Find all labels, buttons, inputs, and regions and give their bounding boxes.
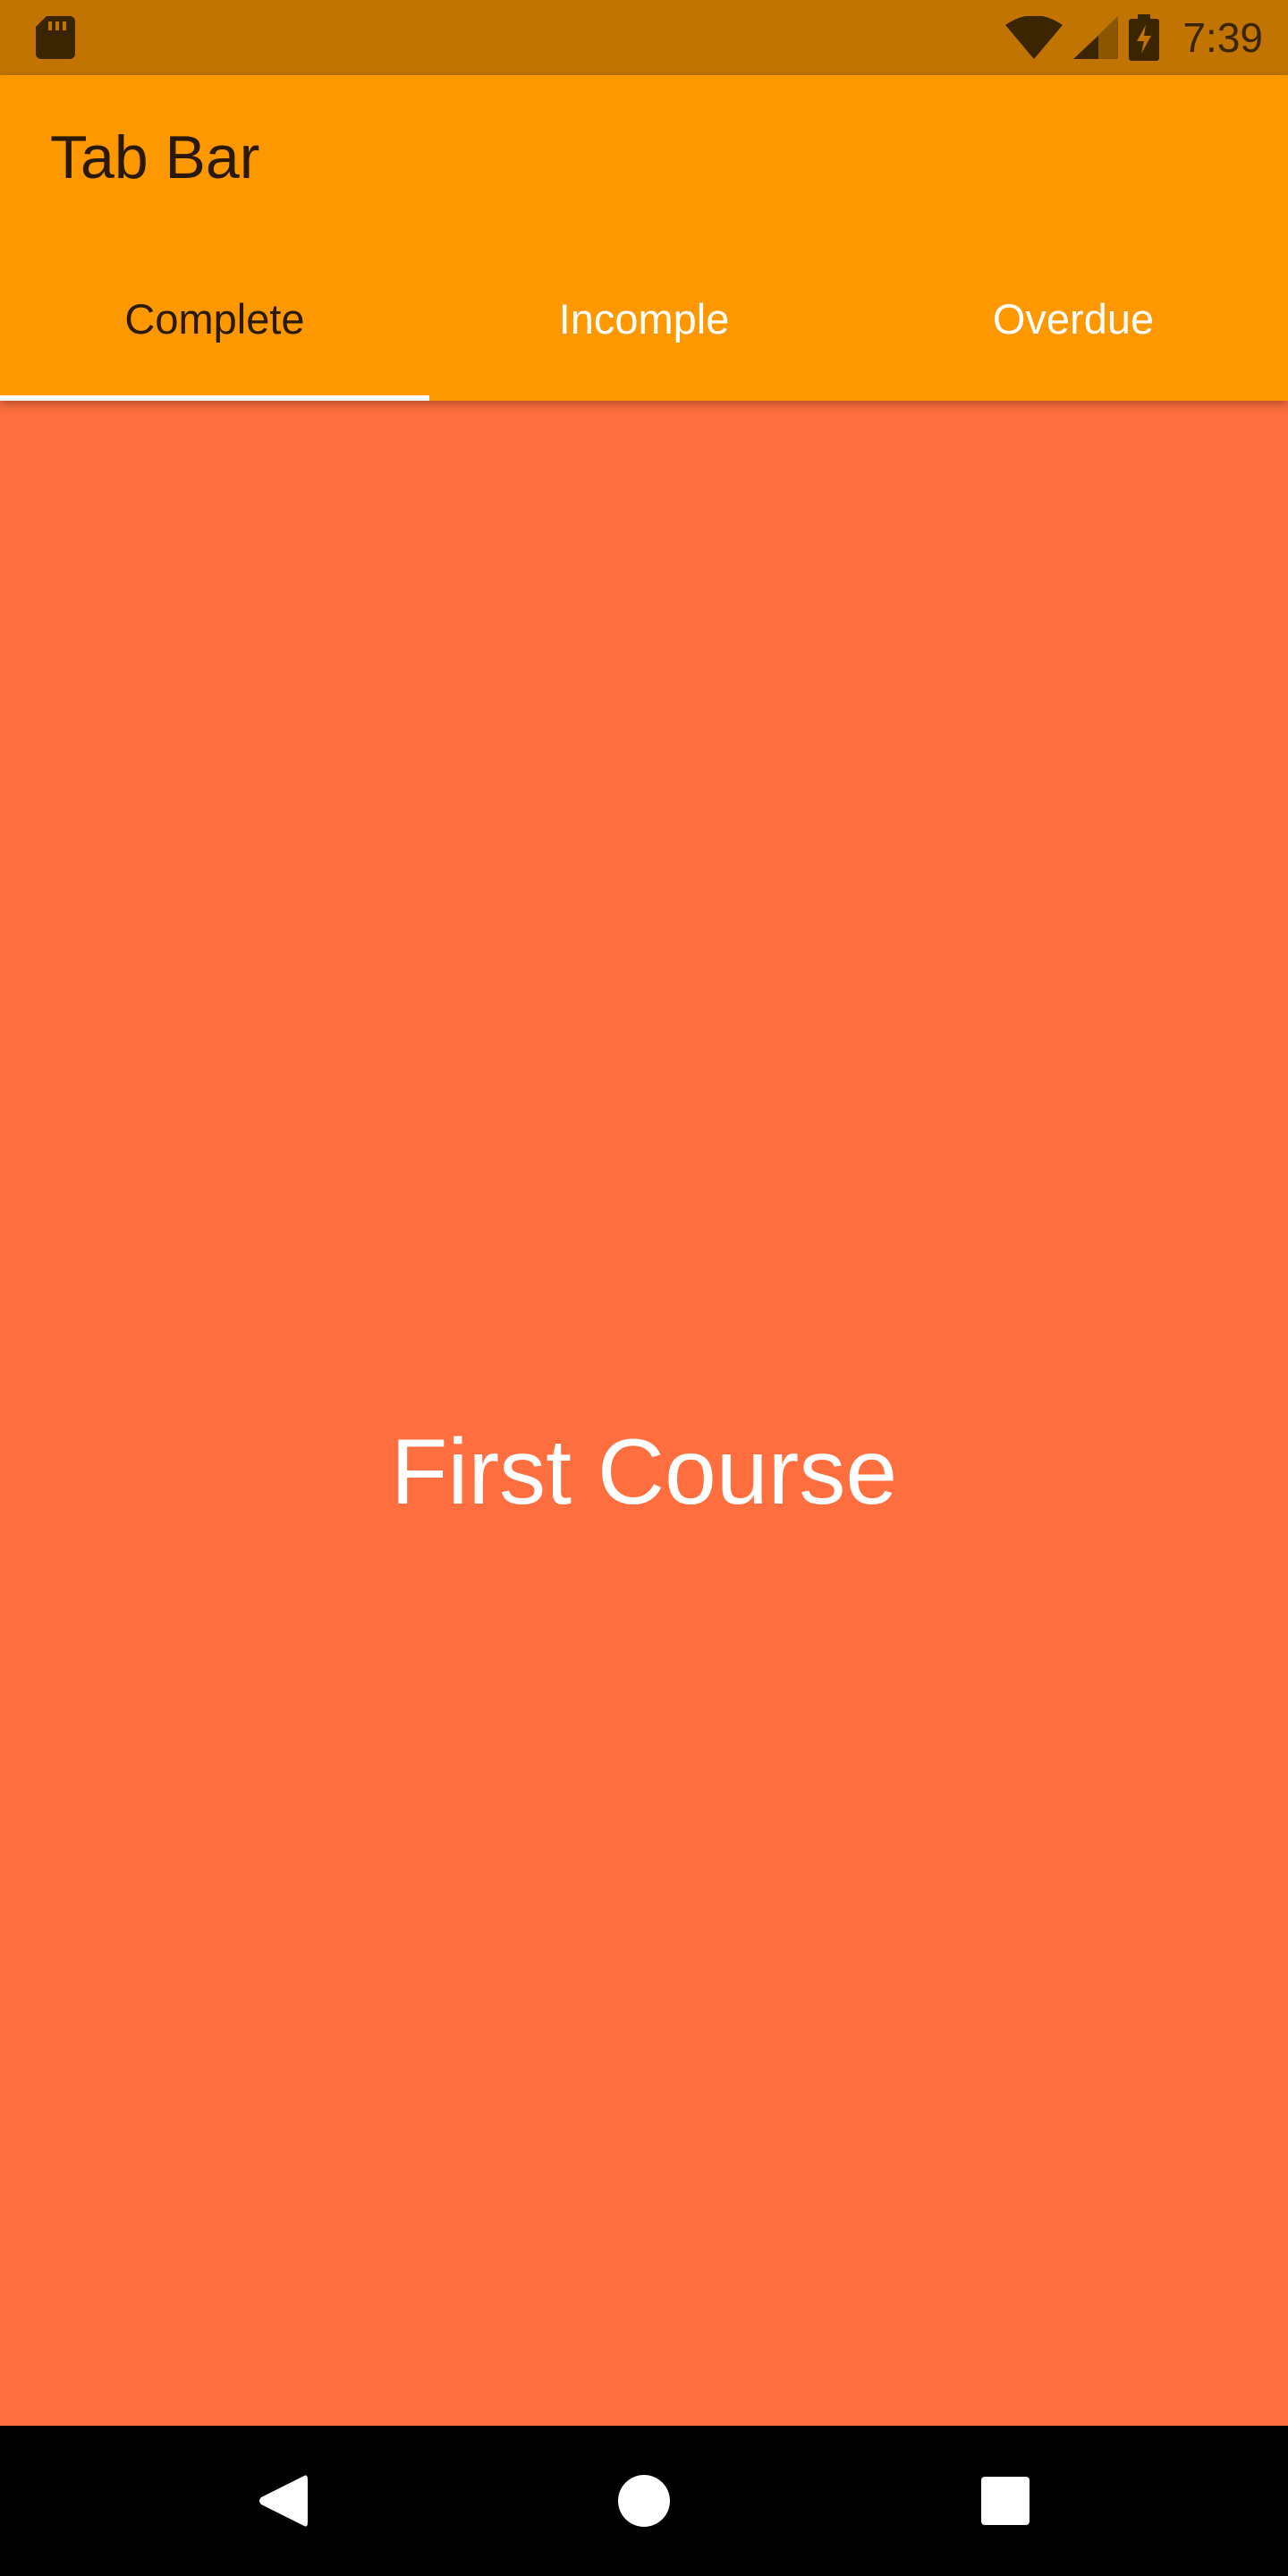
tab-incomple[interactable]: Incomple (429, 236, 859, 401)
tab-label: Overdue (992, 294, 1155, 343)
signal-icon (1073, 16, 1119, 59)
back-icon (259, 2475, 308, 2527)
content-title: First Course (390, 1419, 898, 1524)
tab-bar: Complete Incomple Overdue (0, 236, 1288, 401)
tab-indicator (0, 395, 429, 401)
tab-complete[interactable]: Complete (0, 236, 429, 401)
tab-label: Complete (124, 294, 305, 343)
tab-overdue[interactable]: Overdue (859, 236, 1288, 401)
battery-charging-icon (1129, 14, 1160, 61)
home-icon (618, 2475, 670, 2527)
status-bar: 7:39 (0, 0, 1288, 75)
tab-label: Incomple (558, 294, 730, 343)
wifi-icon (1005, 16, 1063, 59)
back-button[interactable] (247, 2465, 318, 2537)
tab-content-panel[interactable]: First Course (0, 401, 1288, 2426)
page-title: Tab Bar (50, 123, 260, 191)
home-button[interactable] (608, 2465, 680, 2537)
recents-icon (981, 2477, 1030, 2525)
recents-button[interactable] (970, 2465, 1041, 2537)
status-time: 7:39 (1182, 14, 1263, 61)
sd-card-icon (36, 16, 75, 59)
app-bar: Tab Bar Complete Incomple Overdue (0, 75, 1288, 401)
status-icons: 7:39 (1005, 0, 1263, 75)
navigation-bar (0, 2426, 1288, 2576)
screen: 7:39 Tab Bar Complete Incomple Overdue F… (0, 0, 1288, 2576)
